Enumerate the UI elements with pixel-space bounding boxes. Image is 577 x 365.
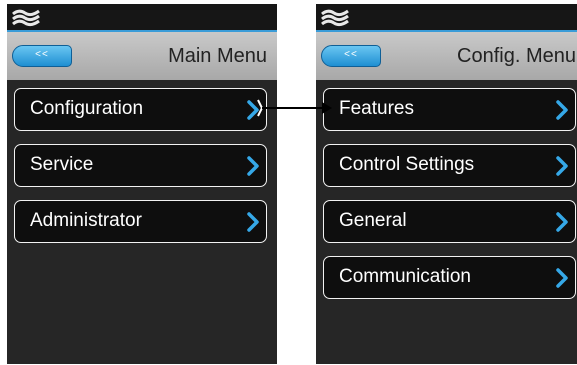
back-button[interactable]: << <box>321 45 381 67</box>
menu-item-label: Control Settings <box>339 154 475 175</box>
menu-item-control-settings[interactable]: Control Settings <box>323 144 576 187</box>
back-button[interactable]: << <box>12 45 72 67</box>
main-menu-screen: << Main Menu Configuration Service Admin… <box>7 4 277 364</box>
menu-item-label: Features <box>339 98 414 119</box>
config-menu-screen: << Config. Menu Features Control Setting… <box>316 4 577 364</box>
menu-item-label: Communication <box>339 266 471 287</box>
back-button-label: << <box>344 49 358 60</box>
chevron-right-icon <box>247 156 259 176</box>
page-title: Main Menu <box>168 45 267 67</box>
menu-item-configuration[interactable]: Configuration <box>14 88 267 131</box>
menu-item-general[interactable]: General <box>323 200 576 243</box>
chevron-right-icon <box>556 212 568 232</box>
logo-icon <box>12 9 40 27</box>
page-title: Config. Menu <box>457 45 576 67</box>
logo-icon <box>321 9 349 27</box>
menu-item-communication[interactable]: Communication <box>323 256 576 299</box>
menu-item-label: Administrator <box>30 210 142 231</box>
menu-item-label: Configuration <box>30 98 144 119</box>
chevron-right-icon <box>556 156 568 176</box>
status-bar <box>316 4 577 32</box>
menu-item-label: General <box>339 210 407 231</box>
menu-item-features[interactable]: Features <box>323 88 576 131</box>
chevron-right-icon <box>556 100 568 120</box>
back-button-label: << <box>35 49 49 60</box>
menu-header: << Config. Menu <box>316 32 577 80</box>
menu-item-label: Service <box>30 154 94 175</box>
menu-header: << Main Menu <box>7 32 277 80</box>
menu-item-service[interactable]: Service <box>14 144 267 187</box>
menu-item-administrator[interactable]: Administrator <box>14 200 267 243</box>
arrow-right-icon <box>257 99 332 117</box>
status-bar <box>7 4 277 32</box>
chevron-right-icon <box>247 212 259 232</box>
chevron-right-icon <box>556 268 568 288</box>
